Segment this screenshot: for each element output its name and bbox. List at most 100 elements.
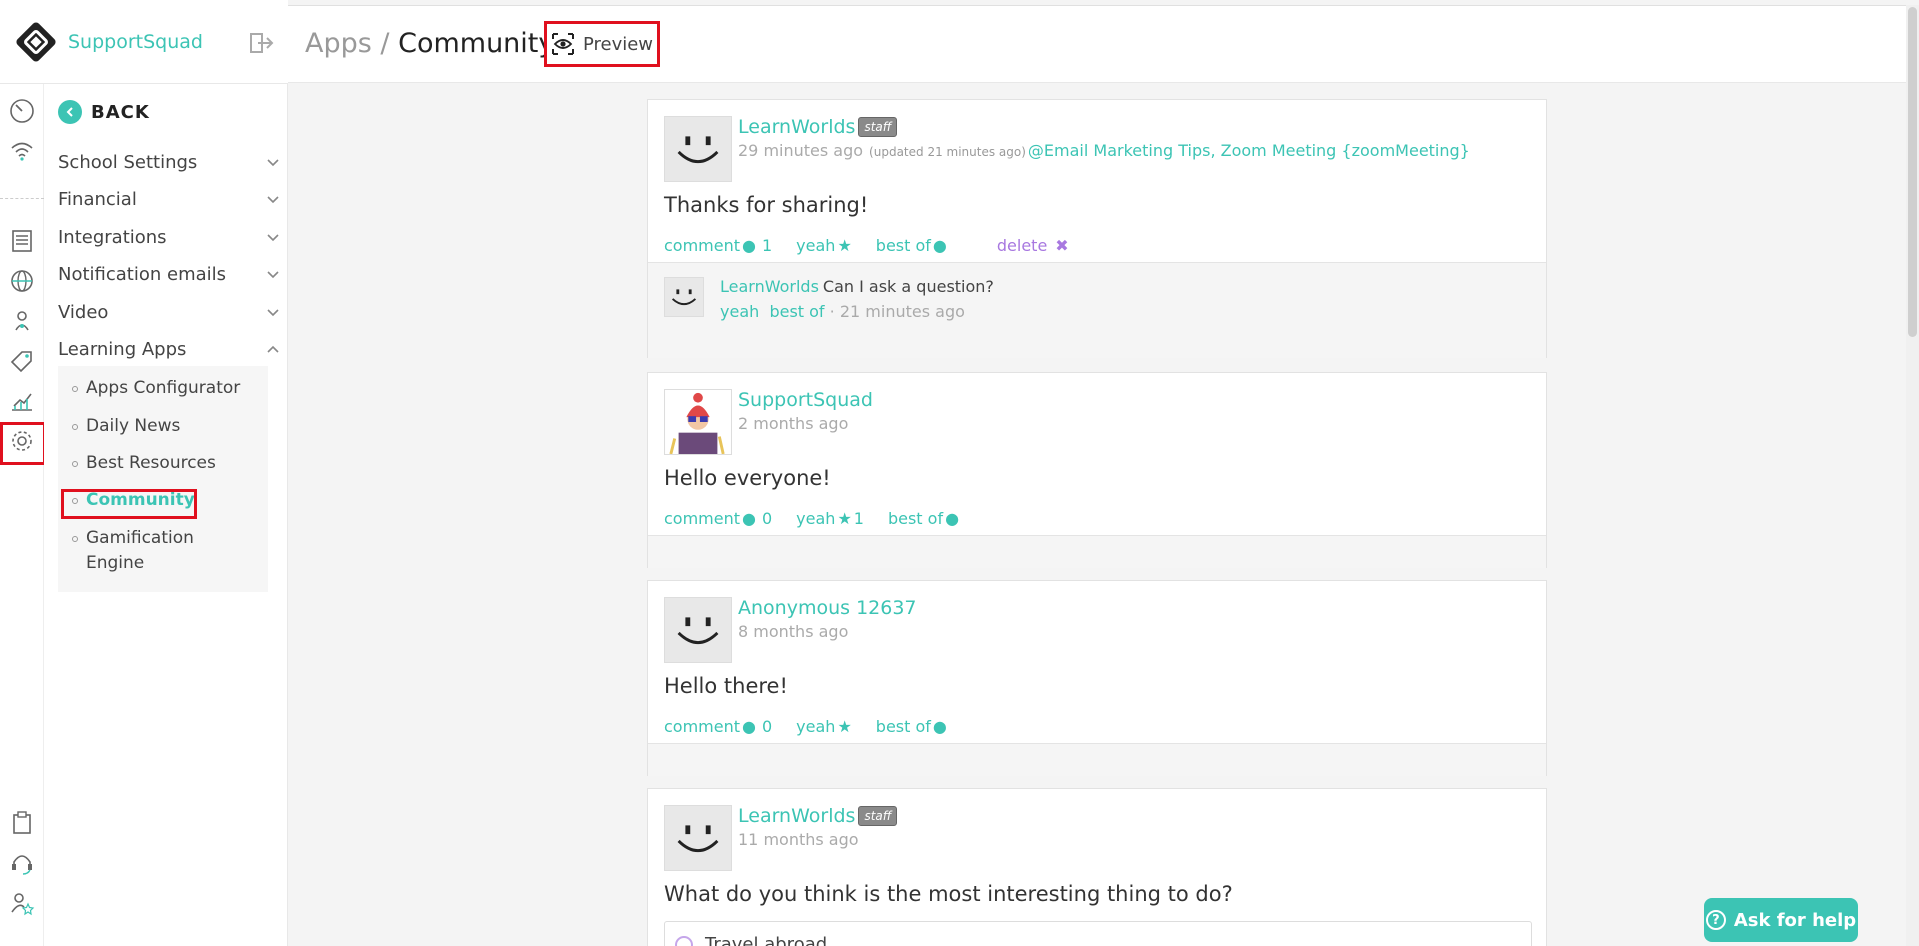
ask-for-help-button[interactable]: ? Ask for help	[1704, 898, 1858, 942]
preview-button[interactable]: Preview	[544, 21, 660, 67]
replies-section	[648, 535, 1546, 568]
settings-nav: BACK School Settings Financial Integrati…	[44, 84, 288, 946]
replies-section: LearnWorlds Can I ask a question? yeah be…	[648, 262, 1546, 358]
nav-item-label: Notification emails	[58, 263, 227, 285]
post-author[interactable]: SupportSquad	[738, 389, 873, 411]
post-author[interactable]: Anonymous 12637	[738, 597, 917, 619]
brand-name: SupportSquad	[68, 30, 203, 53]
nav-item-label: Financial	[58, 188, 137, 210]
chevron-down-icon	[267, 309, 279, 317]
post-card: LearnWorlds staff 29 minutes ago (updated…	[647, 99, 1547, 358]
wifi-icon[interactable]	[9, 138, 35, 164]
comment-button[interactable]: comment ● 1	[664, 236, 772, 255]
page-title: Community	[398, 28, 555, 59]
nav-notification-emails[interactable]: Notification emails	[58, 256, 280, 292]
scroll-thumb[interactable]	[1908, 7, 1917, 337]
sub-item-apps-configurator[interactable]: Apps Configurator	[72, 376, 240, 401]
breadcrumb-parent[interactable]: Apps /	[305, 28, 390, 59]
comment-icon: ●	[742, 236, 756, 255]
post-body: What do you think is the most interestin…	[664, 882, 1233, 906]
page-header: Apps / Community Preview	[288, 5, 1919, 83]
post-author[interactable]: LearnWorlds staff	[738, 116, 1470, 138]
sub-item-best-resources[interactable]: Best Resources	[72, 451, 216, 476]
post-time: 8 months ago	[738, 622, 849, 641]
comment-button[interactable]: comment ● 0	[664, 509, 772, 528]
help-label: Ask for help	[1733, 909, 1857, 931]
post-time: 2 months ago	[738, 414, 849, 433]
nav-integrations[interactable]: Integrations	[58, 219, 280, 255]
avatar[interactable]	[664, 805, 732, 871]
staff-badge: staff	[858, 117, 898, 137]
nav-item-label: Learning Apps	[58, 338, 187, 360]
poll-option[interactable]: Travel abroad	[664, 921, 1532, 946]
post-author[interactable]: LearnWorlds staff	[738, 805, 898, 827]
avatar[interactable]	[664, 116, 732, 182]
close-icon: ✖	[1055, 236, 1069, 255]
post-tags[interactable]: @Email Marketing Tips, Zoom Meeting {zoo…	[1028, 141, 1470, 160]
analytics-icon[interactable]	[9, 388, 35, 414]
tag-icon[interactable]	[9, 348, 35, 374]
sub-item-gamification-engine[interactable]: Gamification Engine	[72, 526, 212, 576]
post-card: LearnWorlds staff 11 months ago What do …	[647, 788, 1547, 946]
yeah-button[interactable]: yeah ★	[796, 717, 852, 736]
nav-video[interactable]: Video	[58, 294, 280, 330]
award-icon: ●	[945, 509, 960, 528]
clipboard-icon[interactable]	[9, 810, 35, 836]
avatar[interactable]	[664, 389, 732, 455]
back-arrow-icon	[58, 100, 82, 124]
chevron-down-icon	[267, 271, 279, 279]
page-scrollbar[interactable]	[1906, 5, 1919, 946]
staff-badge: staff	[858, 806, 898, 826]
post-card: SupportSquad 2 months ago Hello everyone…	[647, 372, 1547, 568]
radio-icon	[675, 936, 693, 946]
chevron-up-icon	[267, 345, 279, 353]
settings-gear-icon[interactable]	[9, 428, 35, 454]
reply-yeah-button[interactable]: yeah	[720, 302, 759, 321]
post-body: Hello there!	[664, 674, 788, 698]
star-icon: ★	[837, 717, 852, 736]
back-button[interactable]: BACK	[58, 100, 150, 124]
nav-item-label: Integrations	[58, 226, 167, 248]
rail-divider	[0, 198, 44, 199]
sub-item-community[interactable]: Community	[72, 488, 195, 513]
learning-apps-submenu: Apps Configurator Daily News Best Resour…	[58, 366, 268, 592]
star-icon: ★	[837, 236, 852, 255]
reply-author[interactable]: LearnWorlds	[720, 277, 819, 296]
dashboard-icon[interactable]	[9, 98, 35, 124]
avatar[interactable]	[664, 597, 732, 663]
nav-school-settings[interactable]: School Settings	[58, 144, 280, 180]
yeah-button[interactable]: yeah ★ 1	[796, 509, 864, 528]
star-icon: ★	[837, 509, 852, 528]
comment-button[interactable]: comment ● 0	[664, 717, 772, 736]
reply-avatar[interactable]	[664, 277, 704, 317]
logout-icon[interactable]	[250, 32, 274, 54]
chevron-down-icon	[267, 234, 279, 242]
reply-best-of-button[interactable]: best of	[769, 302, 824, 321]
headset-icon[interactable]	[9, 850, 35, 876]
nav-item-label: School Settings	[58, 151, 198, 173]
post-actions: comment ● 0 yeah ★ 1 best of ●	[664, 509, 983, 528]
nav-learning-apps[interactable]: Learning Apps	[58, 331, 280, 367]
users-icon[interactable]	[9, 308, 35, 334]
best-of-button[interactable]: best of ●	[876, 717, 947, 736]
best-of-button[interactable]: best of ●	[888, 509, 959, 528]
best-of-button[interactable]: best of ●	[876, 236, 947, 255]
preview-label: Preview	[582, 33, 654, 55]
post-actions: comment ● 0 yeah ★ best of ●	[664, 717, 971, 736]
user-star-icon[interactable]	[9, 890, 35, 916]
pages-icon[interactable]	[9, 228, 35, 254]
post-time: 11 months ago	[738, 830, 859, 849]
yeah-button[interactable]: yeah ★	[796, 236, 852, 255]
post-body: Hello everyone!	[664, 466, 831, 490]
delete-button[interactable]: delete ✖	[997, 236, 1069, 255]
chevron-down-icon	[267, 196, 279, 204]
globe-icon[interactable]	[9, 268, 35, 294]
eye-icon	[551, 33, 574, 55]
post-card: Anonymous 12637 8 months ago Hello there…	[647, 580, 1547, 776]
nav-financial[interactable]: Financial	[58, 181, 280, 217]
brand-bar: SupportSquad	[0, 0, 288, 84]
post-body: Thanks for sharing!	[664, 193, 869, 217]
post-time: 29 minutes ago (updated 21 minutes ago) @E…	[738, 141, 1470, 160]
question-icon: ?	[1705, 910, 1726, 930]
sub-item-daily-news[interactable]: Daily News	[72, 414, 180, 439]
